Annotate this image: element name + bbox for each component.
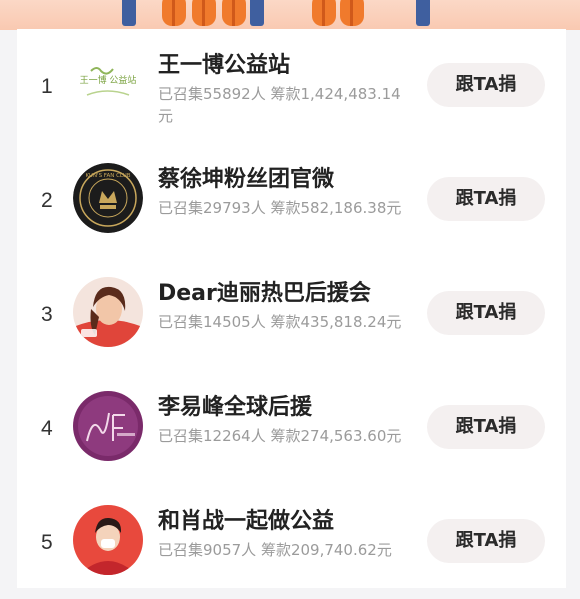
avatar[interactable] [73,391,143,461]
fan-group-name: Dear迪丽热巴后援会 [158,281,371,306]
banner-figure [122,0,136,26]
avatar[interactable]: KUN'S FAN CLUB [73,163,143,233]
avatar-logo-icon: 王一博 公益站 [73,49,143,119]
rank-number: 4 [41,417,53,440]
follow-donate-button[interactable]: 跟TA捐 [427,177,545,221]
donation-stats: 已召集9057人 筹款209,740.62元 [158,541,392,559]
fan-club-badge-icon: KUN'S FAN CLUB [73,163,143,233]
list-item: 5 和肖战一起做公益 已召集9057人 筹款209,740.62元 跟TA捐 [17,485,566,599]
avatar-caption: 王一博 公益站 [80,74,137,86]
follow-donate-button[interactable]: 跟TA捐 [427,63,545,107]
list-item: 3 Dear迪丽热巴后援会 已召集14505人 筹款435,818.24元 跟T… [17,257,566,371]
fan-group-name: 蔡徐坤粉丝团官微 [158,167,335,192]
rank-number: 5 [41,531,53,554]
avatar[interactable] [73,277,143,347]
follow-donate-button[interactable]: 跟TA捐 [427,291,545,335]
badge-caption: KUN'S FAN CLUB [85,173,130,179]
list-item: 2 KUN'S FAN CLUB 蔡徐坤粉丝团官微 已召集29793人 筹款58… [17,143,566,257]
donation-ranking-list: 1 王一博 公益站 王一博公益站 已召集55892人 筹款1,424,483.1… [17,29,566,588]
banner-decoration [222,0,246,26]
list-item: 1 王一博 公益站 王一博公益站 已召集55892人 筹款1,424,483.1… [17,29,566,143]
follow-donate-button[interactable]: 跟TA捐 [427,519,545,563]
list-item: 4 李易峰全球后援 已召集12264人 筹款274,563.60元 跟TA捐 [17,371,566,485]
rank-number: 1 [41,75,53,98]
banner-decoration [162,0,186,26]
fan-support-logo-icon [73,391,143,461]
fan-group-name: 王一博公益站 [158,53,291,78]
rank-number: 3 [41,303,53,326]
donation-stats: 已召集29793人 筹款582,186.38元 [158,199,402,217]
banner-figure [250,0,264,26]
donation-stats: 已召集12264人 筹款274,563.60元 [158,427,402,445]
donation-stats: 已召集14505人 筹款435,818.24元 [158,313,402,331]
top-banner [0,0,580,30]
rank-number: 2 [41,189,53,212]
banner-decoration [192,0,216,26]
banner-figure [416,0,430,26]
portrait-icon [73,277,143,347]
avatar[interactable] [73,505,143,575]
banner-decoration [340,0,364,26]
fan-group-name: 和肖战一起做公益 [158,509,335,534]
fan-group-name: 李易峰全球后援 [158,395,313,420]
avatar[interactable]: 王一博 公益站 [73,49,143,119]
banner-decoration [312,0,336,26]
follow-donate-button[interactable]: 跟TA捐 [427,405,545,449]
donation-stats: 已召集55892人 筹款1,424,483.14元 [158,85,401,125]
portrait-icon [73,505,143,575]
